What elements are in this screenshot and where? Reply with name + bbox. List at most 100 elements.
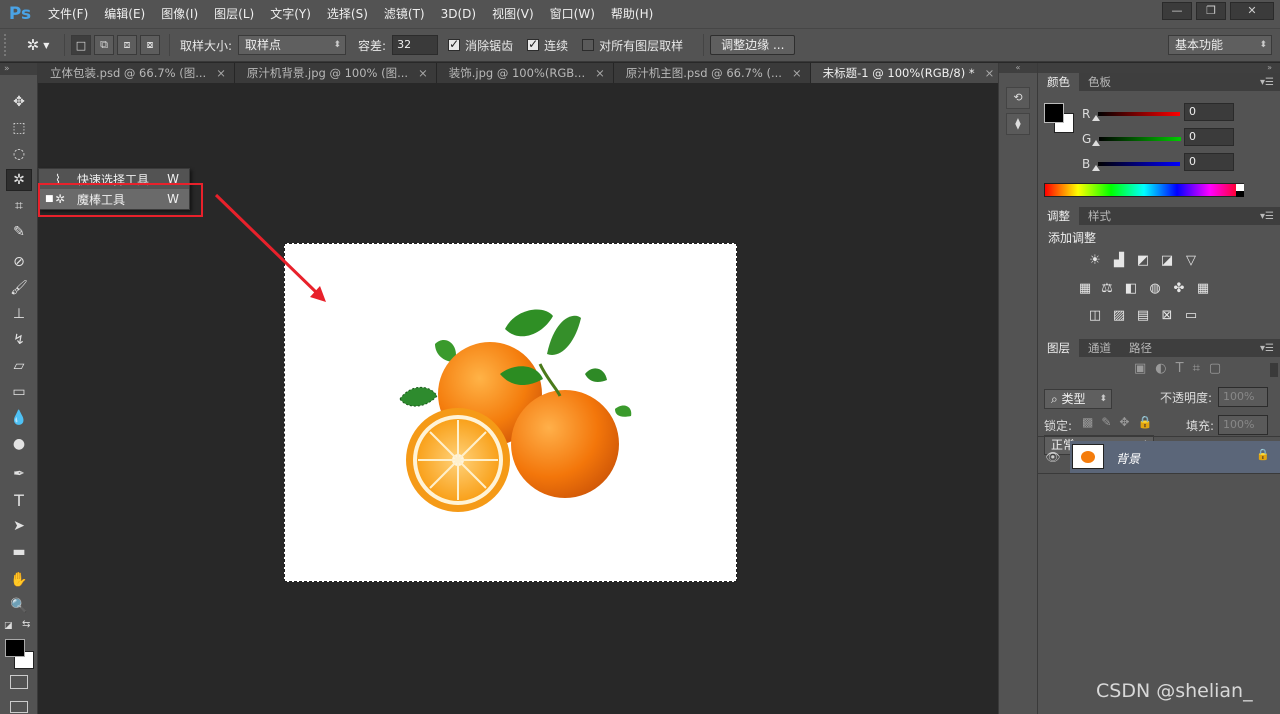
white-swatch[interactable] <box>1236 184 1244 191</box>
close-icon[interactable]: × <box>595 63 605 83</box>
screen-mode-icon[interactable] <box>10 701 28 713</box>
healing-brush-tool[interactable]: ⊘ <box>6 251 32 273</box>
photo-filter-icon[interactable]: ◍ <box>1146 281 1164 297</box>
posterize-icon[interactable]: ▨ <box>1110 308 1128 324</box>
panel-menu-icon[interactable]: ▾☰ <box>1260 77 1274 88</box>
gradient-tool[interactable]: ▭ <box>6 381 32 403</box>
curves-icon[interactable]: ◩ <box>1134 253 1152 269</box>
clone-stamp-tool[interactable]: ⊥ <box>6 303 32 325</box>
menu-filter[interactable]: 滤镜(T) <box>376 0 433 28</box>
tab-document-active[interactable]: 未标题-1 @ 100%(RGB/8) * × <box>810 63 1004 83</box>
menu-view[interactable]: 视图(V) <box>484 0 542 28</box>
exposure-icon[interactable]: ◪ <box>1158 253 1176 269</box>
tab-channels[interactable]: 通道 <box>1079 339 1120 357</box>
green-slider[interactable] <box>1099 137 1182 141</box>
menu-image[interactable]: 图像(I) <box>153 0 206 28</box>
options-grip[interactable] <box>4 34 18 56</box>
channel-mixer-icon[interactable]: ✤ <box>1170 281 1188 297</box>
menu-layer[interactable]: 图层(L) <box>206 0 262 28</box>
menu-edit[interactable]: 编辑(E) <box>96 0 153 28</box>
fill-input[interactable]: 100% <box>1218 415 1268 435</box>
properties-panel-button[interactable]: ⧫ <box>1006 113 1030 135</box>
brightness-icon[interactable]: ☀ <box>1086 253 1104 269</box>
selective-color-icon[interactable]: ⊠ <box>1158 308 1176 324</box>
quick-mask-icon[interactable] <box>10 675 28 689</box>
panel-menu-icon[interactable]: ▾☰ <box>1260 211 1274 222</box>
menu-type[interactable]: 文字(Y) <box>262 0 319 28</box>
foreground-color-swatch[interactable] <box>1044 103 1064 123</box>
menu-3d[interactable]: 3D(D) <box>433 0 484 28</box>
foreground-color-swatch[interactable] <box>5 639 25 657</box>
sample-size-select[interactable]: 取样点 ⬍ <box>238 35 347 55</box>
magic-wand-tool[interactable]: ✲ <box>6 169 32 191</box>
layer-row-background[interactable]: 背景 🔒 <box>1070 441 1280 473</box>
gradient-map-icon[interactable]: ▭ <box>1182 308 1200 324</box>
close-icon[interactable]: × <box>418 63 428 83</box>
color-balance-icon[interactable]: ⚖ <box>1098 281 1116 297</box>
brush-tool[interactable]: 🖌 <box>6 277 32 299</box>
path-selection-tool[interactable]: ➤ <box>6 515 32 537</box>
tab-swatches[interactable]: 色板 <box>1079 73 1120 91</box>
eyedropper-tool[interactable]: ✎ <box>6 221 32 243</box>
document-canvas[interactable] <box>284 243 737 582</box>
close-icon[interactable]: × <box>792 63 802 83</box>
levels-icon[interactable]: ▟ <box>1110 253 1128 269</box>
close-icon[interactable]: × <box>216 63 226 83</box>
menu-file[interactable]: 文件(F) <box>40 0 96 28</box>
red-value-input[interactable]: 0 <box>1184 103 1234 121</box>
intersect-selection-button[interactable]: ⧇ <box>140 35 160 55</box>
contiguous-checkbox[interactable]: 连续 <box>527 37 568 54</box>
workspace-select[interactable]: 基本功能 ⬍ <box>1168 35 1272 55</box>
panel-expand-icon[interactable]: « <box>999 63 1037 73</box>
menu-select[interactable]: 选择(S) <box>319 0 376 28</box>
black-white-icon[interactable]: ◧ <box>1122 281 1140 297</box>
sample-all-layers-checkbox[interactable]: 对所有图层取样 <box>582 37 683 54</box>
blue-slider[interactable] <box>1098 162 1181 166</box>
vibrance-icon[interactable]: ▽ <box>1182 253 1200 269</box>
panel-menu-icon[interactable]: ▾☰ <box>1260 343 1274 354</box>
tool-preset-picker[interactable]: ✲ ▼ <box>18 36 58 54</box>
layer-filter-icons[interactable]: ▣◐T⌗▢ <box>1134 361 1230 376</box>
hue-saturation-icon[interactable]: ▦ <box>1076 281 1094 297</box>
tab-styles[interactable]: 样式 <box>1079 207 1120 225</box>
tab-adjustments[interactable]: 调整 <box>1038 207 1079 225</box>
tab-document-2[interactable]: 原汁机背景.jpg @ 100% (图... × <box>234 63 437 83</box>
green-value-input[interactable]: 0 <box>1184 128 1234 146</box>
swap-colors-icon[interactable]: ⇆ <box>22 619 30 630</box>
color-spectrum-bar[interactable] <box>1044 183 1244 197</box>
new-selection-button[interactable]: □ <box>71 35 91 55</box>
history-brush-tool[interactable]: ↯ <box>6 329 32 351</box>
slider-thumb-icon[interactable] <box>1092 165 1100 171</box>
color-lookup-icon[interactable]: ▦ <box>1194 281 1212 297</box>
panel-collapse-icon[interactable]: » <box>0 63 37 75</box>
slider-thumb-icon[interactable] <box>1092 140 1100 146</box>
zoom-tool[interactable]: 🔍 <box>6 595 32 617</box>
antialias-checkbox[interactable]: 消除锯齿 <box>448 37 513 54</box>
menu-window[interactable]: 窗口(W) <box>542 0 603 28</box>
panel-collapse-icon[interactable]: » <box>1038 63 1280 73</box>
tab-document-4[interactable]: 原汁机主图.psd @ 66.7% (... × <box>613 63 811 83</box>
menu-help[interactable]: 帮助(H) <box>603 0 661 28</box>
hand-tool[interactable]: ✋ <box>6 569 32 591</box>
filter-toggle[interactable] <box>1270 363 1278 377</box>
close-icon[interactable]: × <box>985 63 995 83</box>
tolerance-input[interactable]: 32 <box>392 35 439 55</box>
opacity-input[interactable]: 100% <box>1218 387 1268 407</box>
subtract-selection-button[interactable]: ⧈ <box>117 35 137 55</box>
history-panel-button[interactable]: ⟲ <box>1006 87 1030 109</box>
lasso-tool[interactable]: ◌ <box>6 143 32 165</box>
move-tool[interactable]: ✥ <box>6 91 32 113</box>
slider-thumb-icon[interactable] <box>1092 115 1100 121</box>
tab-document-1[interactable]: 立体包装.psd @ 66.7% (图... × <box>38 63 235 83</box>
eye-icon[interactable]: 👁 <box>1038 441 1068 473</box>
type-tool[interactable]: T <box>6 489 32 511</box>
minimize-button[interactable]: — <box>1162 2 1192 20</box>
close-window-button[interactable]: ✕ <box>1230 2 1274 20</box>
black-swatch[interactable] <box>1236 191 1244 197</box>
rectangle-tool[interactable]: ▬ <box>6 541 32 563</box>
red-slider[interactable] <box>1098 112 1181 116</box>
default-colors-icon[interactable]: ◪ <box>4 621 13 631</box>
layer-filter-select[interactable]: ⌕ 类型 ⬍ <box>1044 389 1112 409</box>
invert-icon[interactable]: ◫ <box>1086 308 1104 324</box>
eraser-tool[interactable]: ▱ <box>6 355 32 377</box>
